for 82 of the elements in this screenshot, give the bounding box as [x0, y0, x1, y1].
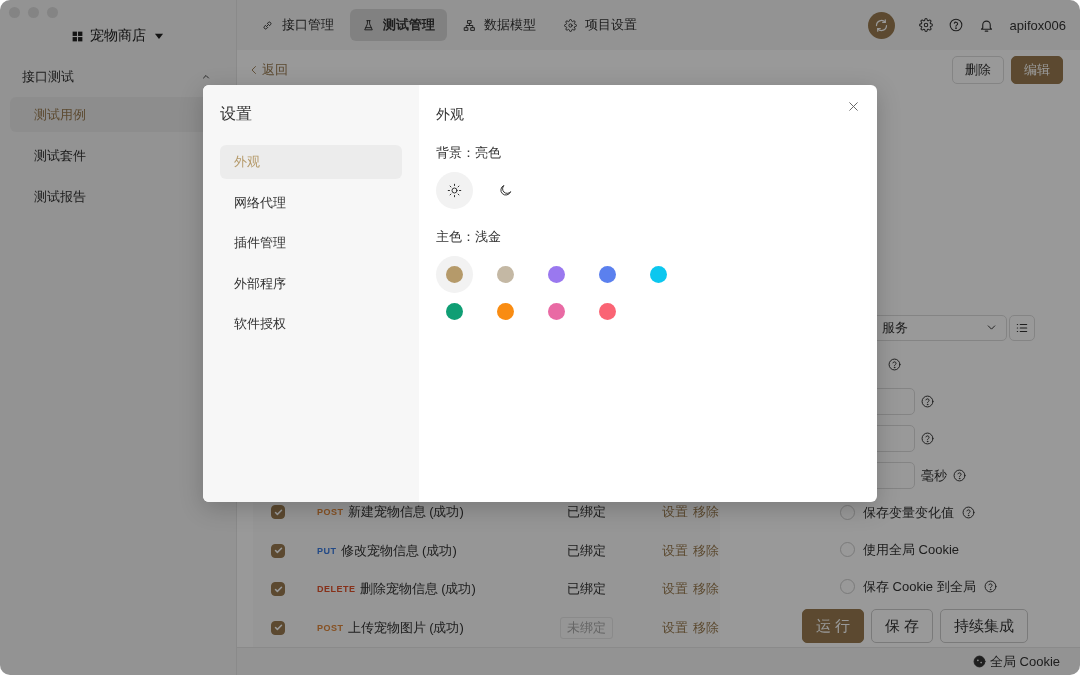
color-swatch[interactable]	[446, 266, 463, 283]
background-label: 背景：亮色	[436, 145, 501, 162]
row-checkbox[interactable]	[271, 505, 285, 520]
nav-tab[interactable]: 项目设置	[552, 9, 649, 41]
gear-icon	[564, 18, 577, 32]
option-label: 保存变量变化值	[863, 503, 954, 522]
help-icon[interactable]	[921, 432, 934, 445]
binding-status: 已绑定	[565, 580, 607, 599]
color-swatch[interactable]	[497, 303, 514, 320]
method-label: PUT	[317, 545, 337, 556]
option-label: 保存 Cookie 到全局	[863, 577, 976, 596]
nav-tab[interactable]: 接口管理	[249, 9, 346, 41]
link-icon	[261, 18, 274, 32]
moon-icon	[498, 183, 513, 198]
settings-nav-item[interactable]: 插件管理	[220, 226, 402, 260]
binding-status: 已绑定	[565, 541, 607, 560]
color-swatch[interactable]	[599, 303, 616, 320]
list-button[interactable]	[1009, 314, 1035, 341]
settings-nav-item[interactable]: 网络代理	[220, 185, 402, 220]
dialog-title: 设置	[220, 104, 253, 124]
swatch-option[interactable]	[436, 256, 473, 293]
global-cookie-link[interactable]: 全局 Cookie	[989, 652, 1060, 671]
test-case-name: 修改宠物信息 (成功)	[340, 541, 457, 560]
ci-button[interactable]: 持续集成	[940, 609, 1029, 643]
environment-value: 服务	[882, 318, 908, 337]
settings-nav-item[interactable]: 外部程序	[220, 266, 402, 301]
help-icon[interactable]	[962, 506, 975, 519]
edit-button[interactable]: 编辑	[1011, 56, 1063, 84]
username[interactable]: apifox006	[1009, 17, 1066, 33]
color-swatch[interactable]	[548, 303, 565, 320]
nav-tab[interactable]: 测试管理	[350, 9, 447, 41]
unit-label: 毫秒	[921, 466, 947, 485]
bell-icon[interactable]	[978, 17, 994, 33]
help-icon[interactable]	[948, 18, 963, 32]
settings-link[interactable]: 设置	[662, 618, 688, 637]
project-name[interactable]: 宠物商店	[89, 27, 146, 45]
row-checkbox[interactable]	[271, 582, 285, 597]
option-label: 使用全局 Cookie	[863, 540, 960, 559]
sync-button[interactable]	[867, 11, 895, 39]
settings-link[interactable]: 设置	[662, 541, 688, 560]
sync-icon	[873, 17, 889, 33]
section-title[interactable]: 接口测试	[22, 68, 74, 86]
settings-link[interactable]: 设置	[662, 503, 688, 522]
color-label: 主色：浅金	[436, 229, 501, 246]
method-label: POST	[317, 507, 344, 518]
back-link[interactable]: 返回	[248, 61, 288, 79]
test-case-name: 上传宠物图片 (成功)	[347, 618, 464, 637]
sun-icon	[447, 183, 462, 198]
remove-link[interactable]: 移除	[693, 541, 719, 560]
remove-link[interactable]: 移除	[693, 618, 719, 637]
color-swatch[interactable]	[446, 303, 463, 320]
theme-option[interactable]	[436, 172, 473, 209]
test-case-name: 新建宠物信息 (成功)	[347, 503, 464, 522]
help-icon[interactable]	[921, 395, 934, 408]
color-swatch[interactable]	[548, 266, 565, 283]
color-swatch[interactable]	[599, 266, 616, 283]
flask-icon	[362, 18, 375, 32]
method-label: DELETE	[317, 584, 356, 595]
help-icon[interactable]	[983, 580, 997, 593]
run-button[interactable]: 运 行	[802, 609, 865, 643]
close-icon[interactable]	[847, 100, 860, 113]
grid-icon	[70, 29, 84, 43]
help-icon[interactable]	[953, 469, 966, 482]
cookie-icon	[972, 655, 986, 668]
model-icon	[463, 18, 476, 32]
help-icon[interactable]	[888, 358, 901, 371]
color-swatch[interactable]	[497, 266, 514, 283]
remove-link[interactable]: 移除	[693, 503, 719, 522]
settings-nav-item[interactable]: 软件授权	[220, 307, 402, 341]
settings-icon[interactable]	[918, 18, 933, 32]
row-checkbox[interactable]	[271, 620, 285, 635]
settings-link[interactable]: 设置	[662, 580, 688, 599]
row-checkbox[interactable]	[271, 543, 285, 558]
test-case-name: 删除宠物信息 (成功)	[359, 580, 476, 599]
binding-status: 已绑定	[565, 503, 607, 522]
save-button[interactable]: 保 存	[871, 609, 934, 643]
color-swatch[interactable]	[650, 266, 667, 283]
remove-link[interactable]: 移除	[693, 580, 719, 599]
nav-tab[interactable]: 数据模型	[451, 9, 548, 41]
delete-button[interactable]: 删除	[952, 56, 1004, 84]
method-label: POST	[317, 622, 344, 633]
section-title: 外观	[436, 105, 464, 124]
